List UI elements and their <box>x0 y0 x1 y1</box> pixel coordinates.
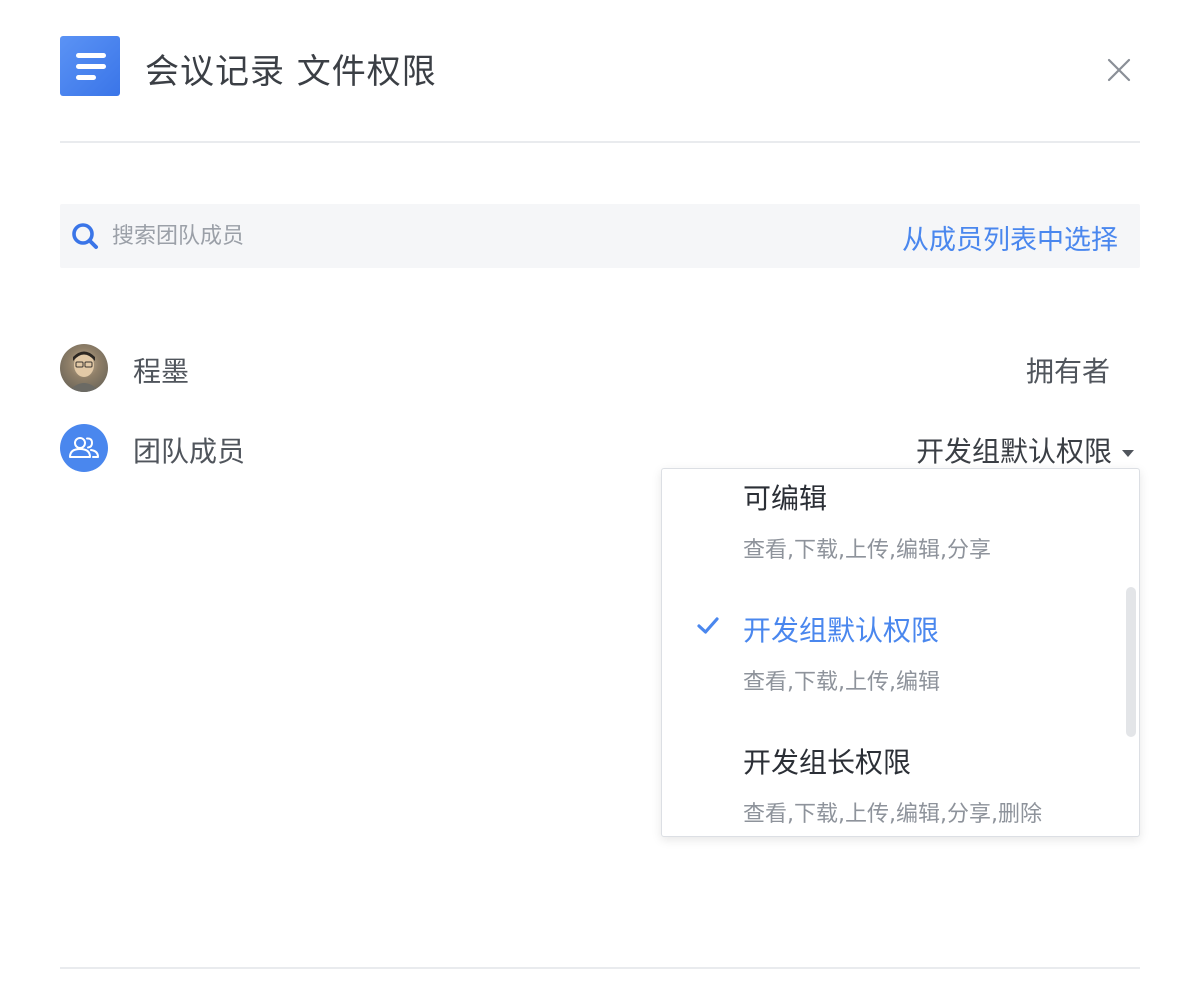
option-label: 开发组长权限 <box>743 746 912 779</box>
member-row: 程墨 拥有者 <box>60 342 1140 394</box>
checkmark-icon <box>696 614 720 638</box>
group-icon <box>60 424 108 472</box>
member-name: 团队成员 <box>133 435 246 468</box>
search-input[interactable] <box>112 218 672 254</box>
member-name: 程墨 <box>133 355 190 388</box>
close-icon[interactable] <box>1105 56 1133 84</box>
option-description: 查看,下载,上传,编辑 <box>743 670 940 695</box>
menu-scrollbar[interactable] <box>1126 587 1136 737</box>
dialog-title: 会议记录 文件权限 <box>145 52 437 92</box>
owner-role-label: 拥有者 <box>1025 355 1110 388</box>
avatar <box>60 344 108 392</box>
option-label: 开发组默认权限 <box>743 614 940 647</box>
member-search-bar: 从成员列表中选择 <box>60 204 1140 268</box>
header-divider <box>60 141 1140 143</box>
option-description: 查看,下载,上传,编辑,分享 <box>743 538 991 563</box>
permission-option-dev-lead[interactable]: 开发组长权限 查看,下载,上传,编辑,分享,删除 <box>662 725 1122 836</box>
member-row: 团队成员 开发组默认权限 <box>60 422 1140 474</box>
permissions-dialog: 会议记录 文件权限 从成员列表中选择 程墨 <box>0 0 1192 982</box>
permission-menu: 可编辑 查看,下载,上传,编辑,分享 开发组默认权限 查看,下载,上传,编辑 开… <box>661 468 1140 837</box>
permission-option-dev-default[interactable]: 开发组默认权限 查看,下载,上传,编辑 <box>662 593 1122 713</box>
permission-option-editable[interactable]: 可编辑 查看,下载,上传,编辑,分享 <box>662 469 1122 589</box>
search-icon <box>70 221 100 251</box>
document-icon <box>60 36 120 96</box>
option-description: 查看,下载,上传,编辑,分享,删除 <box>743 802 1042 827</box>
caret-down-icon <box>1122 449 1134 457</box>
permission-dropdown-value: 开发组默认权限 <box>915 435 1112 468</box>
select-from-member-list-link[interactable]: 从成员列表中选择 <box>902 218 1118 257</box>
footer-divider <box>60 967 1140 969</box>
permission-dropdown[interactable]: 开发组默认权限 <box>916 430 1134 470</box>
option-label: 可编辑 <box>743 482 828 515</box>
